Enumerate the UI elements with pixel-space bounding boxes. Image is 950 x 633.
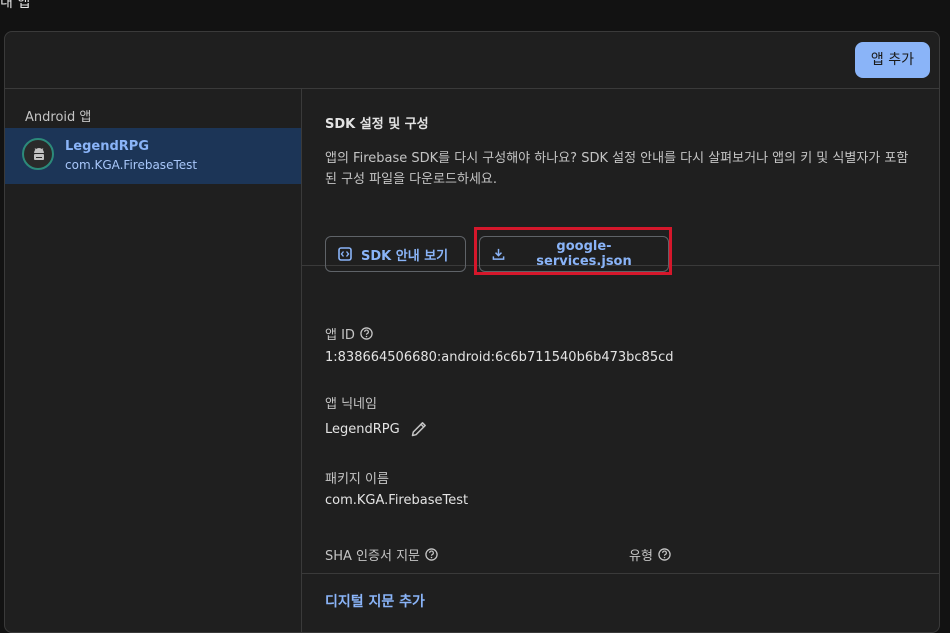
- package-name-label: 패키지 이름: [325, 472, 389, 487]
- divider: [302, 573, 939, 574]
- app-nickname-value-row: LegendRPG: [325, 420, 428, 438]
- code-icon: [338, 247, 352, 261]
- type-label: 유형: [629, 545, 671, 564]
- app-list-sidebar: Android 앱 LegendRPG com.KGA.FirebaseTest: [5, 89, 302, 632]
- sidebar-heading: Android 앱: [25, 110, 92, 125]
- apps-card: 앱 추가 Android 앱 LegendRPG com.KGA.Firebas…: [4, 31, 940, 633]
- help-icon[interactable]: [360, 327, 373, 340]
- app-id-label: 앱 ID: [325, 324, 373, 343]
- highlight-annotation: [474, 227, 672, 275]
- sdk-section-description: 앱의 Firebase SDK를 다시 구성해야 하나요? SDK 설정 안내를…: [325, 151, 909, 187]
- app-name: LegendRPG: [65, 139, 149, 154]
- type-label-text: 유형: [629, 549, 653, 564]
- add-app-button[interactable]: 앱 추가: [854, 42, 930, 78]
- app-package: com.KGA.FirebaseTest: [65, 158, 198, 172]
- sha-fingerprint-label-text: SHA 인증서 지문: [325, 549, 420, 564]
- app-details-panel: SDK 설정 및 구성 앱의 Firebase SDK를 다시 구성해야 하나요…: [302, 89, 939, 632]
- sdk-guide-button[interactable]: SDK 안내 보기: [325, 236, 466, 272]
- app-nickname-label: 앱 닉네임: [325, 397, 377, 412]
- help-icon[interactable]: [425, 548, 438, 561]
- app-id-value: 1:838664506680:android:6c6b711540b6b473b…: [325, 350, 674, 365]
- sha-fingerprint-label: SHA 인증서 지문: [325, 545, 438, 564]
- app-id-label-text: 앱 ID: [325, 328, 355, 343]
- sdk-section-title: SDK 설정 및 구성: [325, 117, 429, 132]
- app-list-item-legendrpg[interactable]: LegendRPG com.KGA.FirebaseTest: [5, 128, 301, 184]
- sdk-guide-button-label: SDK 안내 보기: [361, 248, 449, 264]
- help-icon[interactable]: [658, 548, 671, 561]
- app-nickname-value: LegendRPG: [325, 421, 400, 437]
- pencil-icon[interactable]: [410, 420, 428, 438]
- page-title: 내 앱: [0, 0, 31, 11]
- package-name-value: com.KGA.FirebaseTest: [325, 493, 469, 508]
- add-fingerprint-link[interactable]: 디지털 지문 추가: [325, 591, 425, 611]
- android-icon: [34, 148, 44, 160]
- card-toolbar: 앱 추가: [5, 32, 939, 89]
- app-avatar: [22, 138, 54, 170]
